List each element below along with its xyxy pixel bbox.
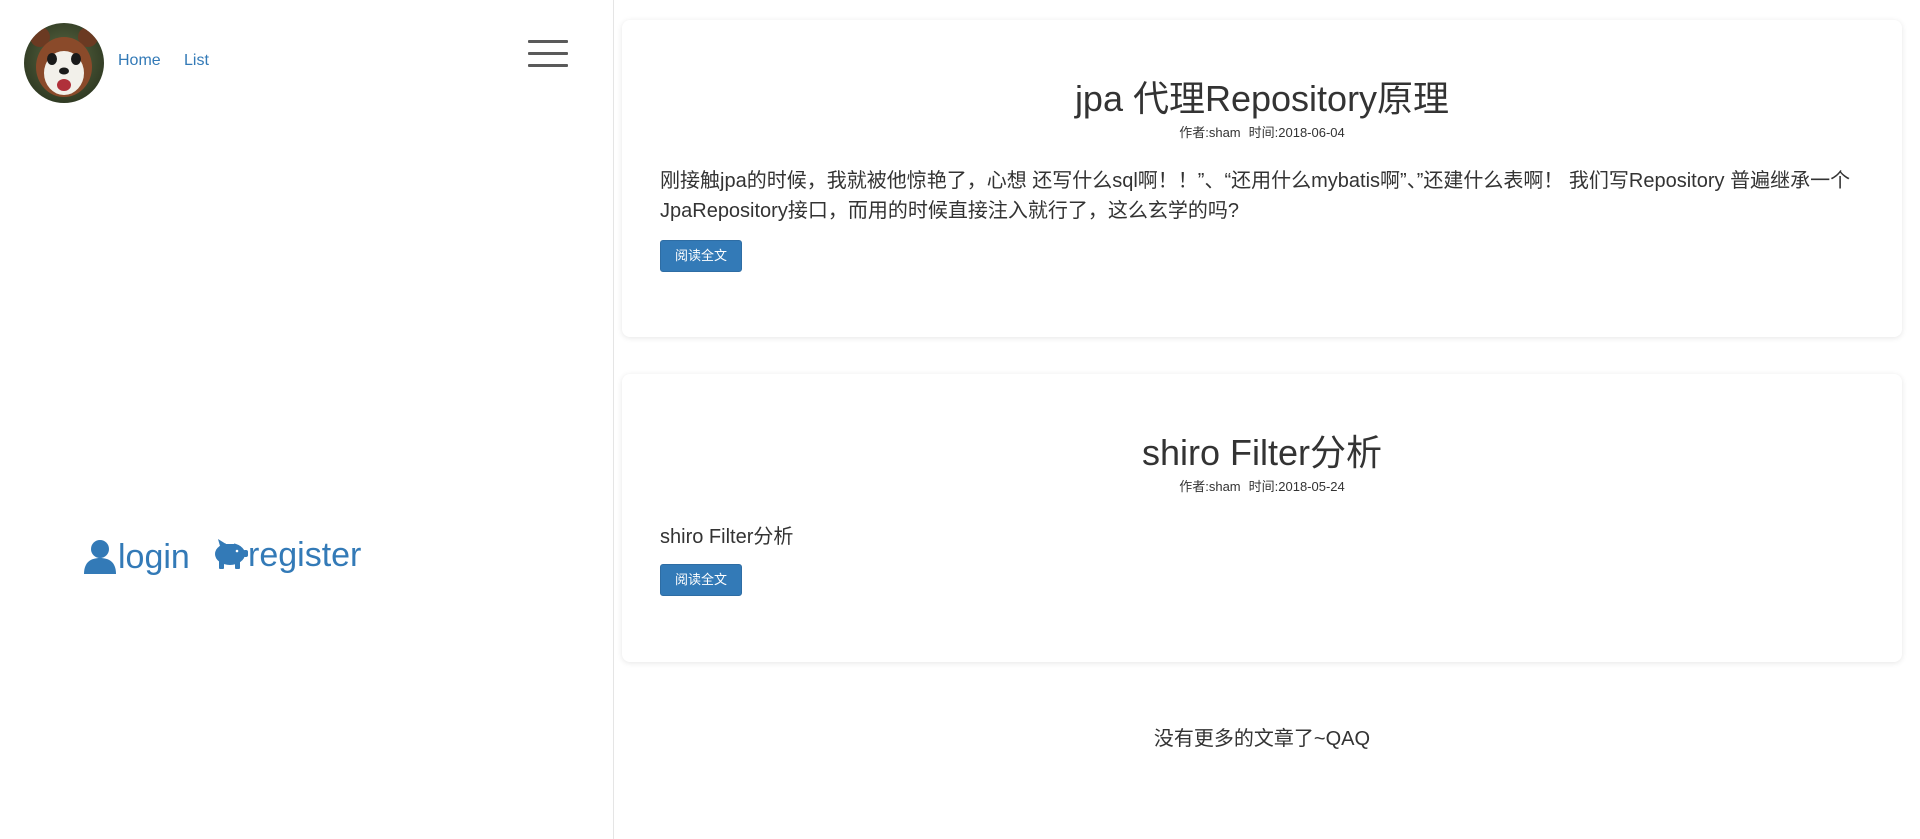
login-label: login [118, 538, 190, 576]
piggy-bank-icon [215, 539, 248, 569]
register-label: register [248, 536, 362, 574]
nav-home-link[interactable]: Home [118, 52, 161, 70]
post-card: jpa 代理Repository原理 作者:sham 时间:2018-06-04 … [622, 20, 1902, 337]
post-meta: 作者:sham 时间:2018-06-04 [622, 122, 1902, 141]
post-title[interactable]: jpa 代理Repository原理 [622, 70, 1902, 122]
read-more-button[interactable]: 阅读全文 [660, 564, 742, 596]
post-card: shiro Filter分析 作者:sham 时间:2018-05-24 shir… [622, 374, 1902, 662]
post-author: 作者:sham [1179, 479, 1241, 494]
post-date: 时间:2018-06-04 [1248, 125, 1345, 140]
no-more-posts-note: 没有更多的文章了~QAQ [1153, 728, 1371, 750]
page: Home List login register jpa 代理Repositor… [0, 0, 1920, 839]
post-date: 时间:2018-05-24 [1248, 479, 1345, 494]
avatar[interactable] [24, 23, 104, 103]
post-meta: 作者:sham 时间:2018-05-24 [622, 476, 1902, 495]
nav-list-link[interactable]: List [184, 52, 209, 70]
menu-icon-bar [528, 64, 568, 67]
avatar-image [24, 23, 104, 103]
register-link[interactable]: register [210, 538, 361, 572]
post-summary: 刚接触jpa的时候，我就被他惊艳了，心想 还写什么sql啊！！”、“还用什么my… [660, 170, 1851, 222]
post-summary: shiro Filter分析 [660, 526, 794, 548]
menu-icon-bar [528, 52, 568, 55]
menu-icon[interactable] [526, 36, 570, 72]
post-author: 作者:sham [1179, 125, 1241, 140]
login-link[interactable]: login [82, 538, 190, 574]
user-icon [84, 540, 116, 574]
read-more-button[interactable]: 阅读全文 [660, 240, 742, 272]
post-title[interactable]: shiro Filter分析 [622, 424, 1902, 476]
sidebar: Home List login register [0, 0, 614, 839]
menu-icon-bar [528, 40, 568, 43]
